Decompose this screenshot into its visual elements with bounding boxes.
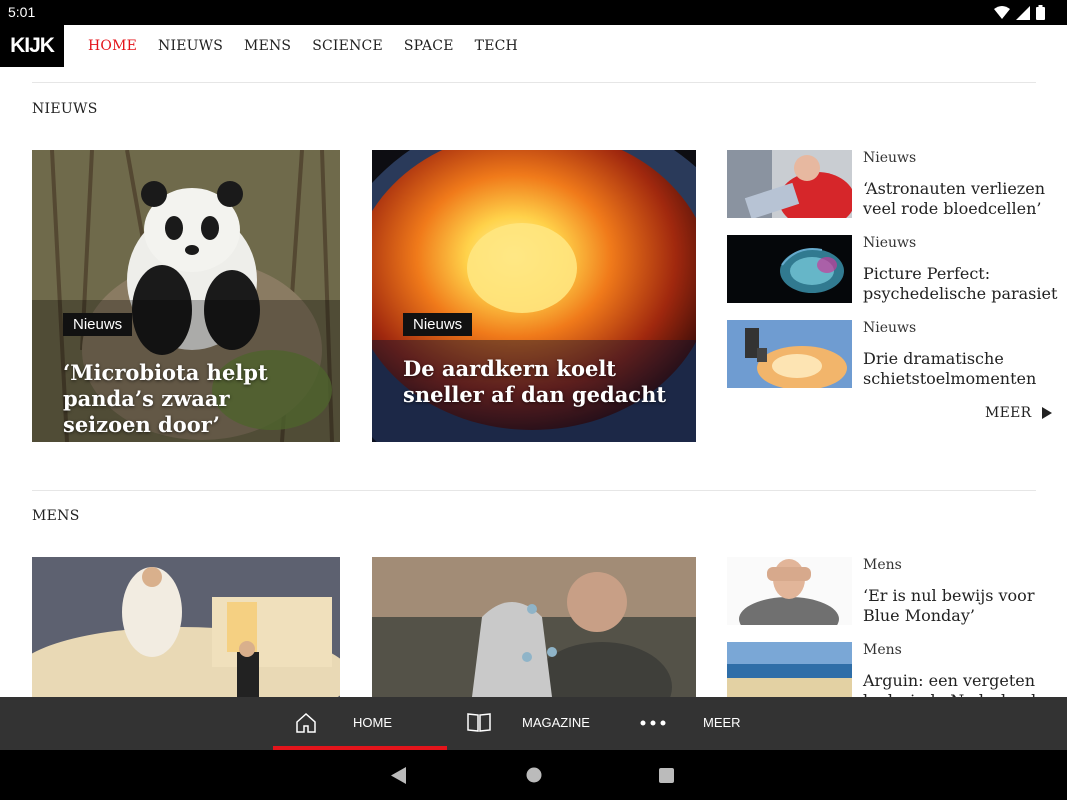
side-item-arguin[interactable]: Mens Arguin: een vergeten bedreigde Nede… [727, 642, 1057, 710]
nav-space[interactable]: SPACE [404, 38, 454, 54]
home-icon [296, 712, 316, 733]
section-title-nieuws: NIEUWS [32, 101, 98, 117]
tab-label: MEER [703, 715, 741, 730]
book-icon [467, 713, 491, 732]
wedding-cake-image [32, 557, 340, 697]
back-icon[interactable] [391, 767, 407, 784]
side-item-parasiet[interactable]: Nieuws Picture Perfect: psychedelische p… [727, 235, 1057, 305]
nav-home[interactable]: HOME [88, 38, 137, 54]
section-title-mens: MENS [32, 508, 80, 524]
featured-card-aardkern[interactable]: Nieuws De aardkern koelt sneller af dan … [372, 150, 696, 442]
status-bar: 5:01 [0, 0, 1067, 25]
featured-card-wedding[interactable] [32, 557, 340, 697]
tab-meer[interactable]: MEER [621, 697, 795, 750]
recents-icon[interactable] [659, 768, 674, 783]
badge-nieuws: Nieuws [63, 313, 133, 336]
thumbnail-schietstoel [727, 320, 852, 388]
divider [32, 490, 1036, 491]
thumbnail-parasiet [727, 235, 852, 303]
headline-aardkern: De aardkern koelt sneller af dan gedacht [403, 356, 667, 407]
wifi-icon [994, 5, 1010, 19]
divider [32, 82, 1036, 83]
side-category: Nieuws [863, 235, 917, 251]
badge-nieuws: Nieuws [403, 313, 473, 336]
side-title: Drie dramatische schietstoelmomenten [863, 349, 1037, 388]
thumbnail-astronaut [727, 150, 852, 218]
side-item-astronauten[interactable]: Nieuws ‘Astronauten verliezen veel rode … [727, 150, 1057, 220]
nav-links: HOME NIEUWS MENS SCIENCE SPACE TECH [88, 25, 518, 67]
side-title: Picture Perfect: psychedelische parasiet [863, 264, 1058, 303]
side-category: Nieuws [863, 320, 917, 336]
featured-card-person[interactable] [372, 557, 696, 697]
tab-label: MAGAZINE [522, 715, 590, 730]
side-item-blue-monday[interactable]: Mens ‘Er is nul bewijs voor Blue Monday’ [727, 557, 1057, 627]
featured-card-panda[interactable]: Nieuws ‘Microbiota helpt panda’s zwaar s… [32, 150, 340, 442]
nav-mens[interactable]: MENS [244, 38, 291, 54]
signal-icon [1016, 5, 1030, 20]
meer-link[interactable]: MEER [985, 405, 1052, 421]
play-arrow-icon [1041, 407, 1052, 419]
system-navigation-bar [0, 750, 1067, 800]
side-title: ‘Astronauten verliezen veel rode bloedce… [863, 179, 1045, 218]
tab-magazine[interactable]: MAGAZINE [447, 697, 621, 750]
nav-tech[interactable]: TECH [475, 38, 518, 54]
side-category: Mens [863, 642, 902, 658]
person-image [372, 557, 696, 697]
side-item-schietstoel[interactable]: Nieuws Drie dramatische schietstoelmomen… [727, 320, 1057, 390]
headline-panda: ‘Microbiota helpt panda’s zwaar seizoen … [63, 360, 268, 437]
status-icons [994, 5, 1045, 20]
side-category: Mens [863, 557, 902, 573]
tab-home[interactable]: HOME [273, 697, 447, 750]
kijk-logo[interactable]: KIJK [0, 25, 64, 67]
meer-label: MEER [985, 405, 1032, 421]
nav-nieuws[interactable]: NIEUWS [158, 38, 223, 54]
battery-icon [1036, 5, 1045, 20]
nav-science[interactable]: SCIENCE [312, 38, 383, 54]
thumbnail-arguin [727, 642, 852, 697]
top-navigation: KIJK HOME NIEUWS MENS SCIENCE SPACE TECH [0, 25, 1067, 67]
thumbnail-blue-monday [727, 557, 852, 625]
more-dots-icon [640, 720, 666, 726]
bottom-tab-bar: HOME MAGAZINE MEER [0, 697, 1067, 750]
side-title: ‘Er is nul bewijs voor Blue Monday’ [863, 586, 1035, 625]
home-circle-icon[interactable] [526, 767, 542, 783]
tab-label: HOME [353, 715, 392, 730]
side-category: Nieuws [863, 150, 917, 166]
status-time: 5:01 [8, 4, 36, 20]
